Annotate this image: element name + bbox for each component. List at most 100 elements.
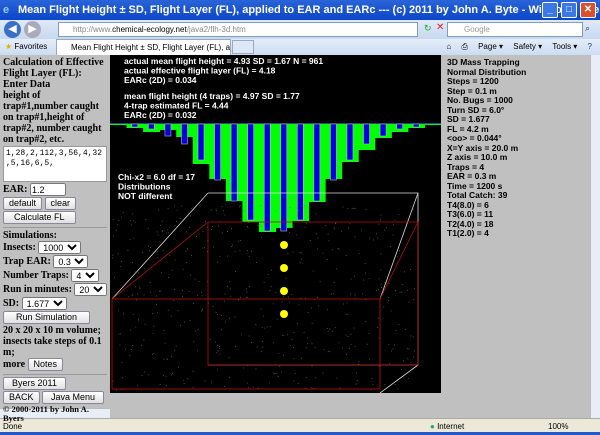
divider [3, 374, 107, 375]
maximize-button[interactable]: □ [561, 2, 577, 18]
insect-dot [235, 270, 236, 272]
insect-dot [394, 219, 396, 221]
home-icon[interactable]: ⌂ [446, 42, 451, 51]
histogram-bar-green [110, 124, 128, 125]
insect-dot [342, 206, 344, 208]
insect-dot [229, 317, 230, 319]
java-menu-button[interactable]: Java Menu [42, 391, 105, 405]
insect-dot [275, 292, 277, 294]
insect-dot [227, 255, 228, 257]
search-input[interactable]: Google [447, 22, 583, 37]
calculate-fl-button[interactable]: Calculate FL [3, 211, 76, 225]
insect-dot [262, 315, 264, 317]
insect-dot [223, 300, 225, 302]
insect-dot [230, 295, 232, 297]
insect-dot [343, 303, 344, 305]
insect-dot [364, 263, 366, 265]
insects-label: Insects: [3, 242, 36, 253]
insect-dot [378, 223, 380, 225]
insects-select[interactable]: 1000 [38, 241, 82, 255]
insect-dot [390, 310, 392, 312]
insect-dot [117, 253, 119, 255]
insect-dot [183, 379, 185, 381]
insect-dot [143, 294, 145, 296]
insect-dot [163, 375, 164, 377]
byers-2011-button[interactable]: Byers 2011 [3, 377, 66, 391]
trap-data-input[interactable]: 1,28,2,112,3,56,4,32,5,16,6,5, [3, 146, 107, 182]
insect-dot [130, 329, 132, 331]
insect-dot [217, 369, 218, 371]
help-icon[interactable]: ? [588, 42, 592, 51]
close-button[interactable]: ✕ [580, 2, 596, 18]
insect-dot [413, 356, 414, 358]
print-icon[interactable]: ⎙ [461, 42, 467, 51]
url-domain: chemical-ecology.net [112, 25, 187, 34]
insect-dot [345, 255, 347, 256]
tools-menu[interactable]: Tools ▾ [552, 42, 577, 51]
insect-dot [332, 249, 334, 251]
favorites-button[interactable]: ★ Favorites [5, 41, 47, 53]
insect-dot [256, 346, 258, 348]
insect-dot [239, 206, 240, 208]
insect-dot [133, 237, 135, 239]
minimize-button[interactable]: _ [542, 2, 558, 18]
trap-ear-select[interactable]: 0.3 [53, 255, 89, 269]
insect-dot [137, 272, 139, 274]
insect-dot [132, 294, 134, 296]
url-input[interactable]: http://www.chemical-ecology.net/java2/fl… [58, 22, 418, 37]
insect-dot [168, 276, 169, 278]
stop-icon[interactable]: ✕ [436, 22, 444, 33]
insect-dot [172, 372, 173, 374]
insect-dot [395, 290, 396, 291]
page-menu[interactable]: Page ▾ [478, 42, 503, 51]
default-button[interactable]: default [3, 197, 43, 211]
insect-dot [114, 276, 115, 278]
insect-dot [112, 235, 114, 237]
trap-marker [280, 287, 288, 295]
insect-dot [170, 315, 172, 317]
insect-dot [174, 349, 175, 351]
number-traps-select[interactable]: 4 [71, 269, 100, 283]
insect-dot [132, 262, 133, 263]
vertical-scrollbar[interactable] [590, 55, 600, 418]
insect-dot [289, 232, 291, 233]
insect-dot [306, 377, 308, 378]
insect-dot [161, 220, 163, 222]
back-icon[interactable]: ◀ [4, 21, 21, 38]
insect-dot [293, 358, 295, 360]
forward-icon[interactable]: ▶ [24, 21, 41, 38]
new-tab-button[interactable] [232, 40, 254, 54]
insect-dot [255, 323, 257, 325]
insect-dot [299, 252, 301, 254]
insect-dot [207, 251, 208, 252]
back-button[interactable]: BACK [3, 391, 40, 405]
insect-dot [219, 353, 221, 355]
clear-button[interactable]: clear [44, 197, 77, 211]
run-simulation-button[interactable]: Run Simulation [3, 311, 91, 325]
insect-dot [211, 229, 213, 230]
insect-dot [365, 209, 367, 211]
search-icon[interactable]: ⌕ [585, 23, 590, 34]
insect-dot [207, 281, 209, 283]
insect-dot [269, 326, 271, 328]
run-minutes-select[interactable]: 20 [74, 283, 108, 297]
enter-data-heading: Enter Data [3, 79, 51, 90]
notes-button[interactable]: Notes [27, 358, 64, 372]
insect-dot [311, 365, 313, 367]
histogram-bar-blue [148, 123, 155, 130]
sd-select[interactable]: 1.677 [21, 297, 67, 311]
tab-active[interactable]: Mean Flight Height ± SD, Flight Layer (F… [56, 39, 231, 55]
ear-input[interactable] [29, 183, 66, 197]
insect-dot [205, 221, 206, 223]
insect-dot [305, 347, 307, 349]
insect-dot [408, 301, 410, 303]
canvas-stat-text: actual mean flight height = 4.93 SD = 1.… [124, 56, 323, 66]
refresh-icon[interactable]: ↻ [424, 23, 432, 34]
insect-dot [365, 298, 367, 300]
insect-dot [217, 350, 219, 352]
insect-dot [232, 244, 233, 246]
insect-dot [211, 381, 212, 383]
insect-dot [245, 296, 247, 298]
insect-dot [327, 331, 329, 332]
safety-menu[interactable]: Safety ▾ [513, 42, 542, 51]
